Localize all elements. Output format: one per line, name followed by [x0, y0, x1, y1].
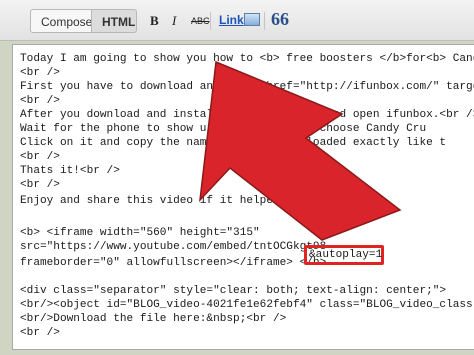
code-line: Wait for the phone to show u pp Data, ch…	[20, 123, 427, 135]
toolbar-divider	[210, 12, 211, 30]
code-line: <br />	[20, 67, 60, 79]
code-line: Click on it and copy the name. R downloa…	[20, 137, 447, 149]
quote-button[interactable]: 66	[271, 9, 289, 29]
code-line: After you download and install it co one…	[20, 109, 474, 121]
code-line: <br />	[20, 179, 60, 191]
tab-html[interactable]: HTML	[91, 9, 137, 33]
code-line: <br />	[20, 95, 60, 107]
html-editor-textarea[interactable]: Today I am going to show you how to <b> …	[12, 44, 474, 350]
code-line: First you have to download and inst href…	[20, 81, 474, 93]
strikethrough-button[interactable]: ABC	[191, 16, 210, 34]
italic-button[interactable]: I	[172, 13, 176, 31]
autoplay-parameter-text: &autoplay=1	[309, 249, 383, 261]
bold-button[interactable]: B	[150, 13, 159, 31]
code-line: frameborder="0" allowfullscreen></iframe…	[20, 257, 327, 269]
editor-toolbar: Compose HTML B I ABC Link 66	[0, 0, 474, 41]
code-line: <br/><object id="BLOG_video-4021fe1e62fe…	[20, 299, 474, 311]
code-line: <br />	[20, 151, 60, 163]
code-line: Today I am going to show you how to <b> …	[20, 53, 474, 65]
insert-image-icon[interactable]	[244, 13, 260, 26]
code-line: src="https://www.youtube.com/embed/tntOC…	[20, 241, 327, 253]
link-button[interactable]: Link	[219, 13, 244, 31]
code-line: <br/>Download the file here:&nbsp;<br />	[20, 313, 287, 325]
autoplay-highlight-box: &autoplay=1	[304, 245, 384, 265]
code-line: <div class="separator" style="clear: bot…	[20, 285, 447, 297]
tab-compose[interactable]: Compose	[30, 9, 92, 33]
code-line: <b> <iframe width="560" height="315"	[20, 227, 260, 239]
code-line: <br />	[20, 327, 60, 339]
code-line: Enjoy and share this video if it helped …	[20, 195, 313, 207]
toolbar-divider	[264, 12, 265, 30]
code-line: Thats it!<br />	[20, 165, 120, 177]
